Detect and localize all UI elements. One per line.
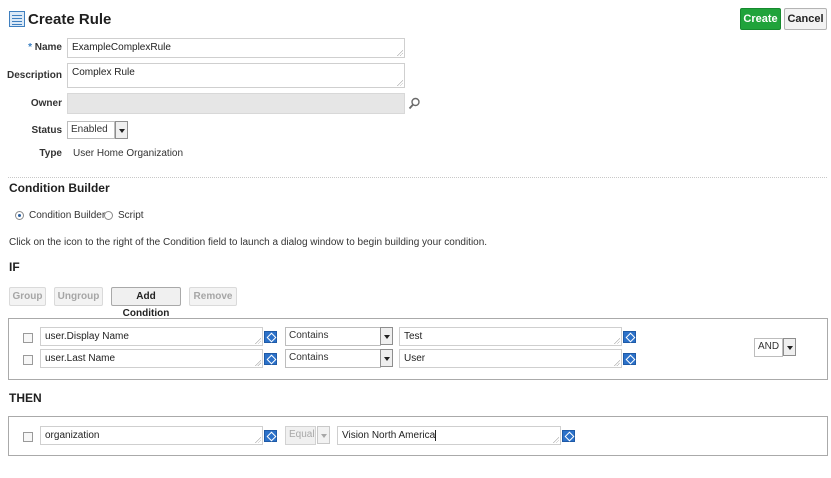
description-value: Complex Rule xyxy=(72,67,135,78)
type-value: User Home Organization xyxy=(73,148,184,159)
description-field[interactable]: Complex Rule xyxy=(67,63,405,88)
name-label-text: Name xyxy=(34,42,62,53)
ungroup-button[interactable]: Ungroup xyxy=(54,287,103,306)
add-condition-button[interactable]: Add Condition xyxy=(111,287,181,319)
condition-picker-icon[interactable] xyxy=(264,353,277,365)
condition-builder-option-label: Condition Builder xyxy=(29,210,106,221)
resize-grip-icon xyxy=(396,49,403,56)
create-button[interactable]: Create xyxy=(740,8,781,30)
then-value-text: Vision North America xyxy=(342,430,436,441)
then-checkbox[interactable] xyxy=(23,432,33,442)
conjunction-select[interactable]: AND xyxy=(754,338,783,357)
then-operator-select[interactable]: Equal xyxy=(285,426,316,445)
resize-grip-icon xyxy=(613,337,620,344)
condition-operator-select[interactable]: Contains xyxy=(285,349,381,368)
condition-value-text: Test xyxy=(404,331,423,342)
condition-checkbox[interactable] xyxy=(23,355,33,365)
owner-field[interactable] xyxy=(67,93,405,114)
instruction-text: Click on the icon to the right of the Co… xyxy=(9,237,488,248)
condition-checkbox[interactable] xyxy=(23,333,33,343)
search-icon[interactable] xyxy=(408,97,421,110)
resize-grip-icon xyxy=(552,436,559,443)
remove-button[interactable]: Remove xyxy=(189,287,237,306)
resize-grip-icon xyxy=(254,359,261,366)
radio-condition-builder[interactable] xyxy=(15,211,24,220)
text-cursor xyxy=(435,429,437,441)
resize-grip-icon xyxy=(613,359,620,366)
resize-grip-icon xyxy=(254,436,261,443)
name-value: ExampleComplexRule xyxy=(72,42,171,53)
value-picker-icon[interactable] xyxy=(623,353,636,365)
chevron-down-icon[interactable] xyxy=(115,121,128,139)
then-attribute-value: organization xyxy=(45,430,100,441)
condition-value-text: User xyxy=(404,353,426,364)
condition-value-field[interactable]: Test xyxy=(399,327,622,346)
owner-label: Owner xyxy=(30,98,62,109)
resize-grip-icon xyxy=(254,337,261,344)
chevron-down-icon[interactable] xyxy=(317,426,330,444)
condition-value-field[interactable]: User xyxy=(399,349,622,368)
chevron-down-icon[interactable] xyxy=(380,349,393,367)
condition-attribute-value: user.Display Name xyxy=(45,331,129,342)
condition-attribute-field[interactable]: user.Display Name xyxy=(40,327,263,346)
then-attribute-picker-icon[interactable] xyxy=(264,430,277,442)
condition-attribute-value: user.Last Name xyxy=(45,353,116,364)
required-marker: * xyxy=(28,42,32,53)
divider xyxy=(8,177,827,178)
then-attribute-field[interactable]: organization xyxy=(40,426,263,445)
condition-operator-select[interactable]: Contains xyxy=(285,327,381,346)
description-label: Description xyxy=(6,70,62,81)
if-heading: IF xyxy=(9,260,20,274)
status-select[interactable]: Enabled xyxy=(67,121,115,139)
then-value-field[interactable]: Vision North America xyxy=(337,426,561,445)
condition-picker-icon[interactable] xyxy=(264,331,277,343)
condition-attribute-field[interactable]: user.Last Name xyxy=(40,349,263,368)
radio-script[interactable] xyxy=(104,211,113,220)
chevron-down-icon[interactable] xyxy=(380,327,393,345)
script-option-label: Script xyxy=(118,210,144,221)
type-label: Type xyxy=(39,148,62,159)
status-label: Status xyxy=(31,125,62,136)
chevron-down-icon[interactable] xyxy=(783,338,796,356)
group-button[interactable]: Group xyxy=(9,287,46,306)
then-value-picker-icon[interactable] xyxy=(562,430,575,442)
cancel-button[interactable]: Cancel xyxy=(784,8,827,30)
resize-grip-icon xyxy=(396,79,403,86)
condition-builder-heading: Condition Builder xyxy=(9,181,110,195)
rule-icon xyxy=(9,11,25,27)
name-field[interactable]: ExampleComplexRule xyxy=(67,38,405,58)
then-heading: THEN xyxy=(9,391,42,405)
value-picker-icon[interactable] xyxy=(623,331,636,343)
name-label: * Name xyxy=(0,42,62,53)
page-title: Create Rule xyxy=(28,11,112,28)
